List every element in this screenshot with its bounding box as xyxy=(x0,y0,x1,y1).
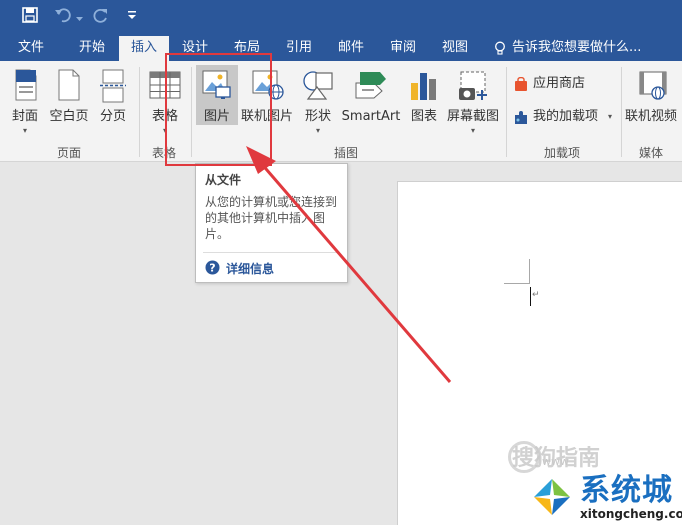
watermark-sub: www xyxy=(542,455,569,468)
brand-logo-icon xyxy=(528,475,576,519)
brand-url: xitongcheng.com xyxy=(580,507,682,521)
brand-name: 系统城 xyxy=(580,473,673,508)
